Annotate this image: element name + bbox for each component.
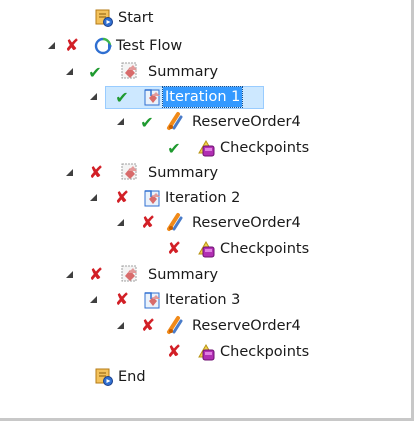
tree-node-summary-1[interactable]: ✔ Summary	[0, 60, 411, 84]
tree-node-test-flow[interactable]: ✘ Test Flow	[0, 34, 411, 58]
tree-node-checkpoints-1[interactable]: ✔ Checkpoints	[0, 136, 411, 160]
tree-node-end[interactable]: End	[0, 365, 411, 389]
passed-status-icon: ✔	[88, 62, 102, 82]
tree-node-reserveorder4-2[interactable]: ✘ ReserveOrder4	[0, 211, 411, 235]
failed-status-icon: ✘	[114, 290, 130, 310]
node-label: Start	[118, 10, 154, 26]
failed-status-icon: ✘	[88, 265, 104, 285]
expand-collapse-icon[interactable]	[89, 92, 99, 102]
node-label: Iteration 2	[165, 190, 241, 206]
checkpoints-icon	[196, 138, 216, 158]
iteration-icon	[143, 290, 163, 310]
node-label: Checkpoints	[220, 140, 310, 156]
passed-status-icon: ✔	[115, 87, 129, 107]
tree-node-reserveorder4-3[interactable]: ✘ ReserveOrder4	[0, 314, 411, 338]
tree-node-summary-2[interactable]: ✘ Summary	[0, 161, 411, 185]
expand-collapse-icon[interactable]	[65, 270, 75, 280]
checkpoints-icon	[196, 342, 216, 362]
node-label: Summary	[148, 64, 219, 80]
failed-status-icon: ✘	[140, 213, 156, 233]
passed-status-icon: ✔	[140, 112, 154, 132]
failed-status-icon: ✘	[114, 188, 130, 208]
node-label: Iteration 1	[161, 86, 244, 108]
node-label: ReserveOrder4	[192, 318, 301, 334]
business-component-icon	[165, 212, 185, 232]
tree-node-summary-3[interactable]: ✘ Summary	[0, 263, 411, 287]
node-label: ReserveOrder4	[192, 114, 301, 130]
failed-status-icon: ✘	[88, 163, 104, 183]
passed-status-icon: ✔	[167, 138, 181, 158]
expand-collapse-icon[interactable]	[116, 117, 126, 127]
node-label: Summary	[148, 165, 219, 181]
flow-endpoint-icon	[94, 8, 114, 28]
business-component-icon	[165, 315, 185, 335]
expand-collapse-icon[interactable]	[116, 218, 126, 228]
node-label: ReserveOrder4	[192, 215, 301, 231]
node-label: Iteration 3	[165, 292, 241, 308]
tree-node-start[interactable]: Start	[0, 6, 411, 30]
checkpoints-icon	[196, 239, 216, 259]
node-label: Checkpoints	[220, 344, 310, 360]
failed-status-icon: ✘	[140, 316, 156, 336]
business-component-icon	[165, 111, 185, 131]
summary-icon	[120, 264, 140, 284]
expand-collapse-icon[interactable]	[116, 321, 126, 331]
tree-node-checkpoints-2[interactable]: ✘ Checkpoints	[0, 237, 411, 261]
test-flow-icon	[93, 36, 113, 56]
flow-endpoint-icon	[94, 367, 114, 387]
failed-status-icon: ✘	[166, 239, 182, 259]
failed-status-icon: ✘	[166, 342, 182, 362]
expand-collapse-icon[interactable]	[65, 168, 75, 178]
tree-node-checkpoints-3[interactable]: ✘ Checkpoints	[0, 340, 411, 364]
tree-node-iteration-3[interactable]: ✘ Iteration 3	[0, 288, 411, 312]
node-label: Test Flow	[116, 38, 183, 54]
summary-icon	[120, 61, 140, 81]
tree-node-reserveorder4-1[interactable]: ✔ ReserveOrder4	[0, 110, 411, 134]
tree-node-iteration-1[interactable]: ✔ Iteration 1	[0, 85, 411, 109]
failed-status-icon: ✘	[64, 36, 80, 56]
node-label: End	[118, 369, 146, 385]
expand-collapse-icon[interactable]	[47, 41, 57, 51]
tree-node-iteration-2[interactable]: ✘ Iteration 2	[0, 186, 411, 210]
node-label: Checkpoints	[220, 241, 310, 257]
expand-collapse-icon[interactable]	[89, 193, 99, 203]
expand-collapse-icon[interactable]	[65, 67, 75, 77]
iteration-icon	[143, 188, 163, 208]
expand-collapse-icon[interactable]	[89, 295, 99, 305]
summary-icon	[120, 162, 140, 182]
iteration-icon	[143, 87, 163, 107]
results-tree-panel: Start ✘ Test Flow ✔ Summary ✔ Iteration …	[0, 0, 414, 421]
node-label: Summary	[148, 267, 219, 283]
